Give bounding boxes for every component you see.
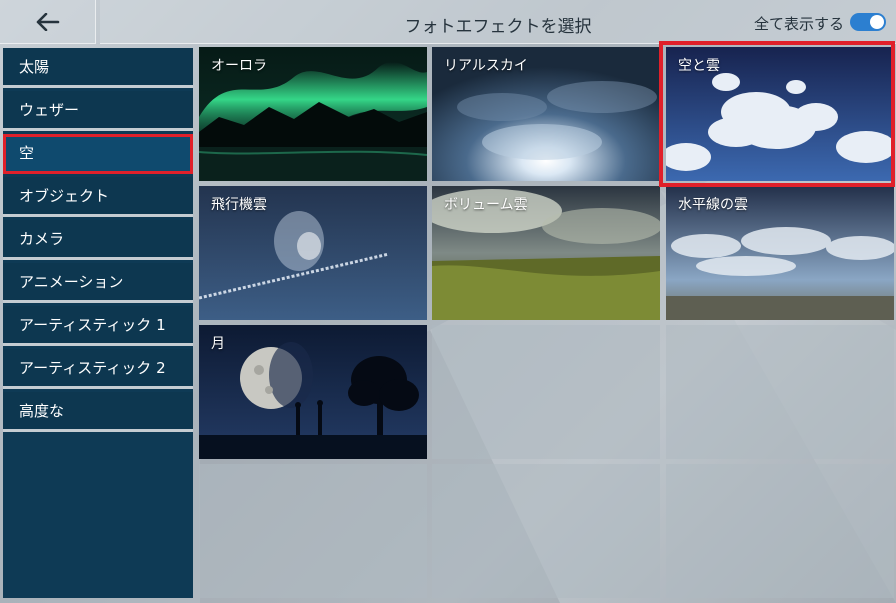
show-all-label: 全て表示する xyxy=(753,15,844,33)
empty-slot xyxy=(199,464,427,598)
header-bar: フォトエフェクトを選択 全て表示する xyxy=(100,0,896,44)
sidebar-item-label: ウェザー xyxy=(19,101,80,119)
sidebar-item-label: オブジェクト xyxy=(19,187,110,205)
sidebar-item-label: アニメーション xyxy=(19,273,124,291)
effect-tile-sky-and-clouds[interactable]: 空と雲 xyxy=(666,47,894,181)
toggle-knob xyxy=(870,15,884,29)
sidebar-item-camera[interactable]: カメラ xyxy=(3,220,193,260)
effect-tile-contrail[interactable]: 飛行機雲 xyxy=(199,186,427,320)
category-sidebar: 太陽 ウェザー 空 オブジェクト カメラ アニメーション アーティスティック 1… xyxy=(3,48,193,598)
effect-label: リアルスカイ xyxy=(444,58,528,74)
sidebar-item-label: 太陽 xyxy=(19,58,50,76)
effect-tile-moon[interactable]: 月 xyxy=(199,325,427,459)
sidebar-item-advanced[interactable]: 高度な xyxy=(3,392,193,432)
sidebar-item-label: アーティスティック 2 xyxy=(19,359,166,377)
effect-label: オーロラ xyxy=(211,58,267,74)
sidebar-item-weather[interactable]: ウェザー xyxy=(3,91,193,131)
effect-tile-aurora[interactable]: オーロラ xyxy=(199,47,427,181)
sidebar-item-animation[interactable]: アニメーション xyxy=(3,263,193,303)
arrow-left-icon xyxy=(36,12,59,31)
sidebar-item-object[interactable]: オブジェクト xyxy=(3,177,193,217)
sidebar-item-label: 高度な xyxy=(19,402,65,420)
moon-thumbnail xyxy=(199,325,427,459)
empty-slot xyxy=(666,464,894,598)
sidebar-item-sun[interactable]: 太陽 xyxy=(3,48,193,88)
empty-slot xyxy=(432,464,660,598)
effect-tile-volume-clouds[interactable]: ボリューム雲 xyxy=(432,186,660,320)
effect-label: 月 xyxy=(211,336,225,352)
sidebar-item-sky[interactable]: 空 xyxy=(3,134,193,174)
effect-label: 水平線の雲 xyxy=(678,197,748,213)
sidebar-item-artistic-1[interactable]: アーティスティック 1 xyxy=(3,306,193,346)
show-all-toggle[interactable] xyxy=(850,13,886,31)
back-button[interactable] xyxy=(0,0,96,44)
sidebar-item-label: アーティスティック 1 xyxy=(19,316,166,334)
sidebar-item-label: カメラ xyxy=(19,230,65,248)
empty-slot xyxy=(432,325,660,459)
empty-slot xyxy=(666,325,894,459)
effect-label: 飛行機雲 xyxy=(211,197,267,213)
effect-label: 空と雲 xyxy=(678,58,720,74)
sidebar-item-label: 空 xyxy=(19,144,35,162)
effect-tile-horizon-clouds[interactable]: 水平線の雲 xyxy=(666,186,894,320)
effect-label: ボリューム雲 xyxy=(444,197,528,213)
effect-tile-real-sky[interactable]: リアルスカイ xyxy=(432,47,660,181)
sidebar-item-artistic-2[interactable]: アーティスティック 2 xyxy=(3,349,193,389)
